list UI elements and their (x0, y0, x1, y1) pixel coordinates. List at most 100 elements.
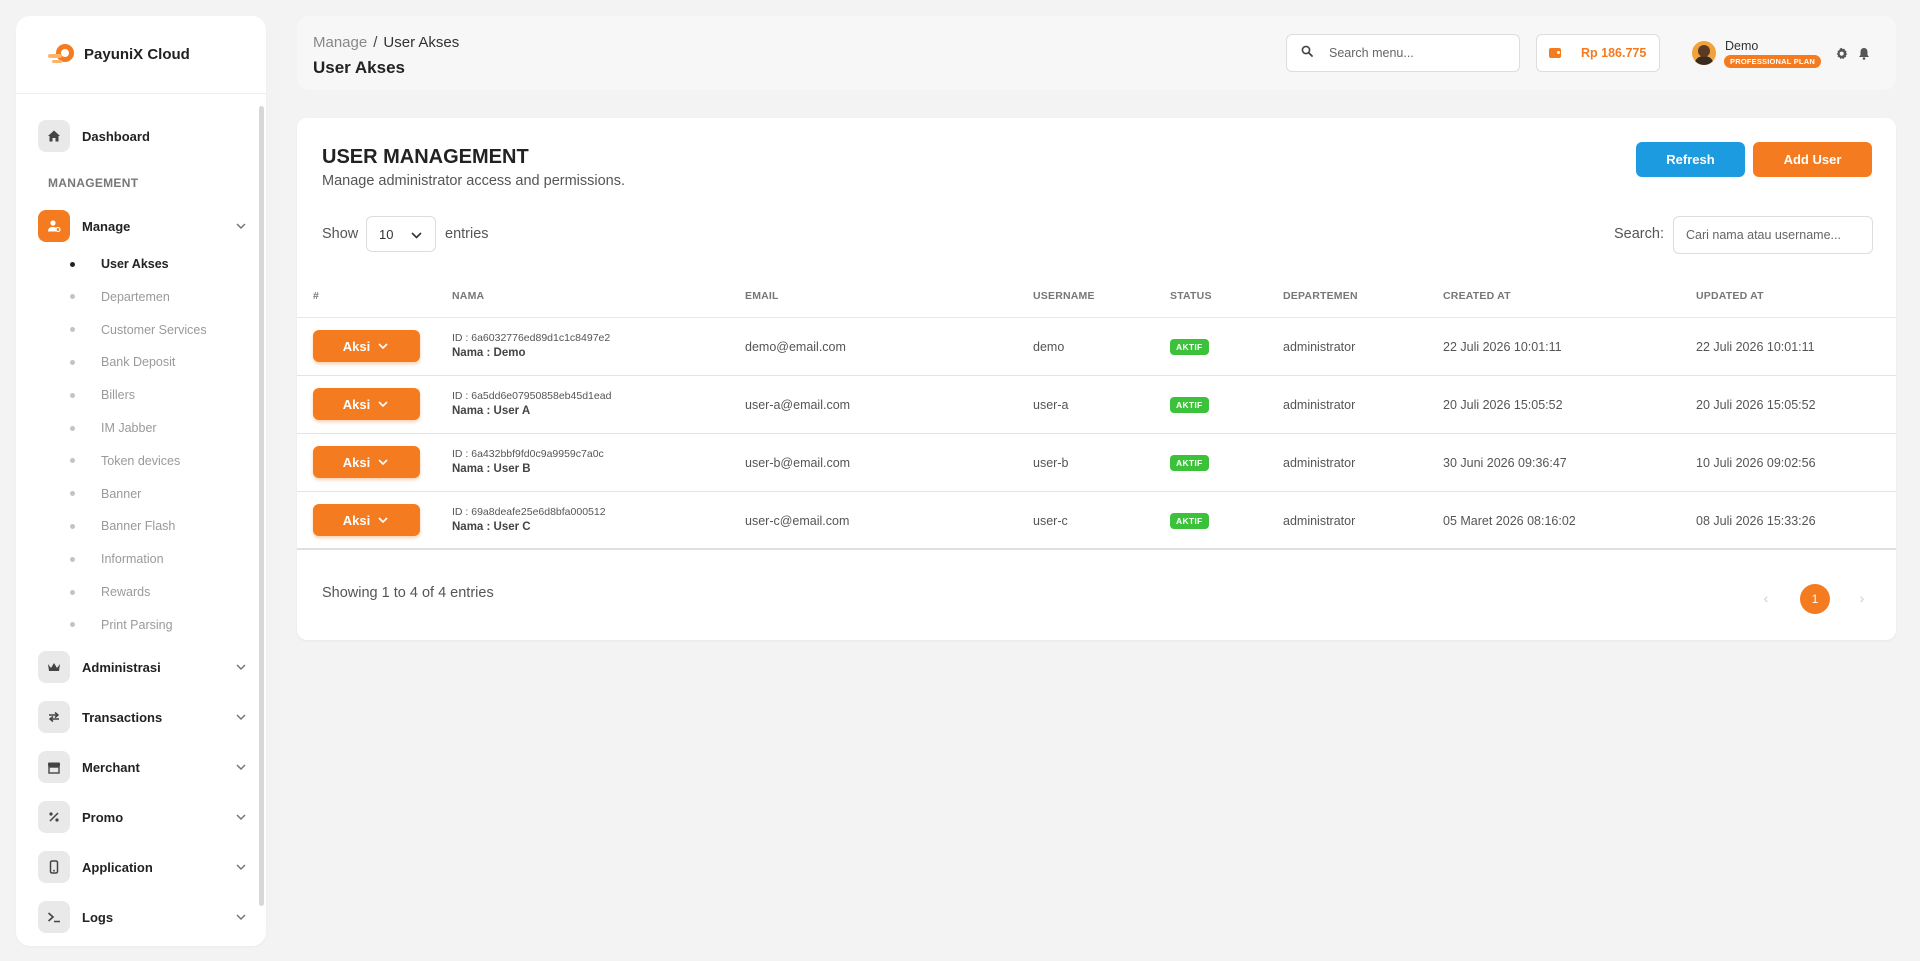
plan-badge: PROFESSIONAL PLAN (1724, 55, 1821, 68)
row-action-label: Aksi (342, 396, 371, 412)
top-header: Manage/User Akses User Akses Rp 186.775 … (297, 16, 1896, 90)
row-action-label: Aksi (342, 512, 371, 528)
sidebar-subitem-label: Bank Deposit (101, 355, 176, 370)
sidebar-subitem[interactable]: Customer Services (56, 320, 207, 340)
sidebar-item-logs[interactable]: Logs (38, 899, 248, 935)
chevron-down-icon (409, 228, 423, 242)
sidebar-subitem[interactable]: User Akses (56, 254, 169, 274)
column-header-nama[interactable]: NAMA (452, 290, 484, 302)
sidebar-item-promo[interactable]: Promo (38, 799, 248, 835)
gear-icon[interactable] (1834, 46, 1848, 60)
cell-created-at: 22 Juli 2026 10:01:11 (1443, 340, 1562, 354)
pagination-page-button[interactable]: 1 (1800, 584, 1830, 614)
cell-updated-at: 20 Juli 2026 15:05:52 (1696, 398, 1816, 412)
bell-icon[interactable] (1857, 46, 1871, 60)
cell-updated-at: 08 Juli 2026 15:33:26 (1696, 514, 1816, 528)
row-action-button[interactable]: Aksi (313, 446, 420, 478)
column-header-created-at[interactable]: CREATED AT (1443, 290, 1511, 302)
store-icon (38, 751, 70, 783)
search-icon (1301, 44, 1313, 62)
show-label: Show (322, 226, 359, 242)
add-user-button[interactable]: Add User (1753, 142, 1872, 177)
sidebar-subitem[interactable]: Information (56, 549, 164, 569)
sidebar-subitem[interactable]: Print Parsing (56, 615, 173, 635)
sidebar-item-transactions[interactable]: Transactions (38, 699, 248, 735)
column-header-index[interactable]: # (313, 290, 319, 302)
menu-search-input[interactable] (1329, 46, 1499, 60)
sidebar-item-dashboard[interactable]: Dashboard (38, 118, 248, 154)
column-header-email[interactable]: EMAIL (745, 290, 779, 302)
sidebar-item-label: Merchant (82, 759, 140, 775)
cell-user-id: ID : 69a8deafe25e6d8bfa000512 (452, 506, 606, 518)
sidebar-subitem[interactable]: Billers (56, 385, 135, 405)
refresh-button[interactable]: Refresh (1636, 142, 1745, 177)
sidebar-subitem[interactable]: IM Jabber (56, 418, 157, 438)
table-search-input[interactable] (1673, 216, 1873, 254)
sidebar-subitem[interactable]: Token devices (56, 451, 180, 471)
column-header-status[interactable]: STATUS (1170, 290, 1212, 302)
menu-search[interactable] (1286, 34, 1520, 72)
sidebar-item-merchant[interactable]: Merchant (38, 749, 248, 785)
column-header-username[interactable]: USERNAME (1033, 290, 1095, 302)
sidebar-item-label: Transactions (82, 709, 163, 725)
chevron-down-icon (234, 219, 248, 233)
card-subtitle: Manage administrator access and permissi… (322, 173, 626, 189)
avatar[interactable] (1692, 41, 1716, 65)
bullet-icon (70, 261, 75, 267)
sidebar-subitem[interactable]: Bank Deposit (56, 352, 175, 372)
row-action-button[interactable]: Aksi (313, 388, 420, 420)
table-search-label: Search: (1614, 226, 1664, 242)
status-badge: AKTIF (1170, 397, 1209, 413)
table-header: # NAMA EMAIL USERNAME STATUS DEPARTEMEN … (297, 276, 1896, 318)
pagination-next-button[interactable]: › (1849, 584, 1875, 612)
page-size-select[interactable]: 10 (366, 216, 436, 252)
cell-username: user-b (1033, 456, 1069, 470)
cell-username: user-c (1033, 514, 1068, 528)
cell-user-id: ID : 6a6032776ed89d1c1c8497e2 (452, 332, 611, 344)
cell-created-at: 05 Maret 2026 08:16:02 (1443, 514, 1576, 528)
cell-departemen: administrator (1283, 340, 1356, 354)
sidebar-subitem[interactable]: Departemen (56, 287, 170, 307)
sidebar-item-administrasi[interactable]: Administrasi (38, 649, 248, 685)
cell-user-id: ID : 6a432bbf9fd0c9a9959c7a0c (452, 448, 604, 460)
user-name[interactable]: Demo (1725, 39, 1758, 53)
brand-logo-icon (48, 42, 78, 68)
cell-nama: Nama : User C (452, 521, 531, 533)
row-action-button[interactable]: Aksi (313, 504, 420, 536)
cell-departemen: administrator (1283, 456, 1356, 470)
balance-widget[interactable]: Rp 186.775 (1536, 34, 1660, 72)
sidebar-item-application[interactable]: Application (38, 849, 248, 885)
sidebar-item-manage[interactable]: Manage (38, 208, 248, 244)
breadcrumb-separator: / (373, 34, 378, 51)
table-row: Aksi ID : 6a6032776ed89d1c1c8497e2 Nama : … (297, 318, 1896, 376)
sidebar-subitem-label: Information (101, 552, 164, 567)
brand[interactable]: PayuniX Cloud (16, 16, 266, 94)
sidebar-subitem[interactable]: Banner (56, 484, 141, 504)
chevron-down-icon (234, 860, 248, 874)
cell-nama: Nama : User B (452, 463, 531, 475)
cell-updated-at: 10 Juli 2026 09:02:56 (1696, 456, 1816, 470)
chevron-down-icon (376, 339, 390, 353)
column-header-departemen[interactable]: DEPARTEMEN (1283, 290, 1358, 302)
status-badge: AKTIF (1170, 339, 1209, 355)
sidebar-item-label: Application (82, 859, 153, 875)
sidebar-subitem-label: Banner Flash (101, 519, 176, 534)
table-row: Aksi ID : 6a432bbf9fd0c9a9959c7a0c Nama : … (297, 434, 1896, 492)
chevron-down-icon (234, 910, 248, 924)
chevron-down-icon (234, 710, 248, 724)
sidebar-item-label: Promo (82, 809, 124, 825)
cell-username: user-a (1033, 398, 1069, 412)
sidebar-subitem[interactable]: Banner Flash (56, 516, 175, 536)
chevron-down-icon (376, 397, 390, 411)
sidebar-item-label: Logs (82, 909, 114, 925)
breadcrumb-parent[interactable]: Manage (313, 34, 367, 51)
sidebar-subitem-label: User Akses (101, 257, 169, 271)
column-header-updated-at[interactable]: UPDATED AT (1696, 290, 1764, 302)
row-action-button[interactable]: Aksi (313, 330, 420, 362)
cell-email: user-a@email.com (745, 398, 851, 412)
bullet-icon (70, 523, 75, 529)
pagination-prev-button[interactable]: ‹ (1753, 584, 1779, 612)
sidebar-scrollbar[interactable] (259, 106, 264, 906)
chevron-down-icon (234, 660, 248, 674)
sidebar-subitem[interactable]: Rewards (56, 582, 150, 602)
